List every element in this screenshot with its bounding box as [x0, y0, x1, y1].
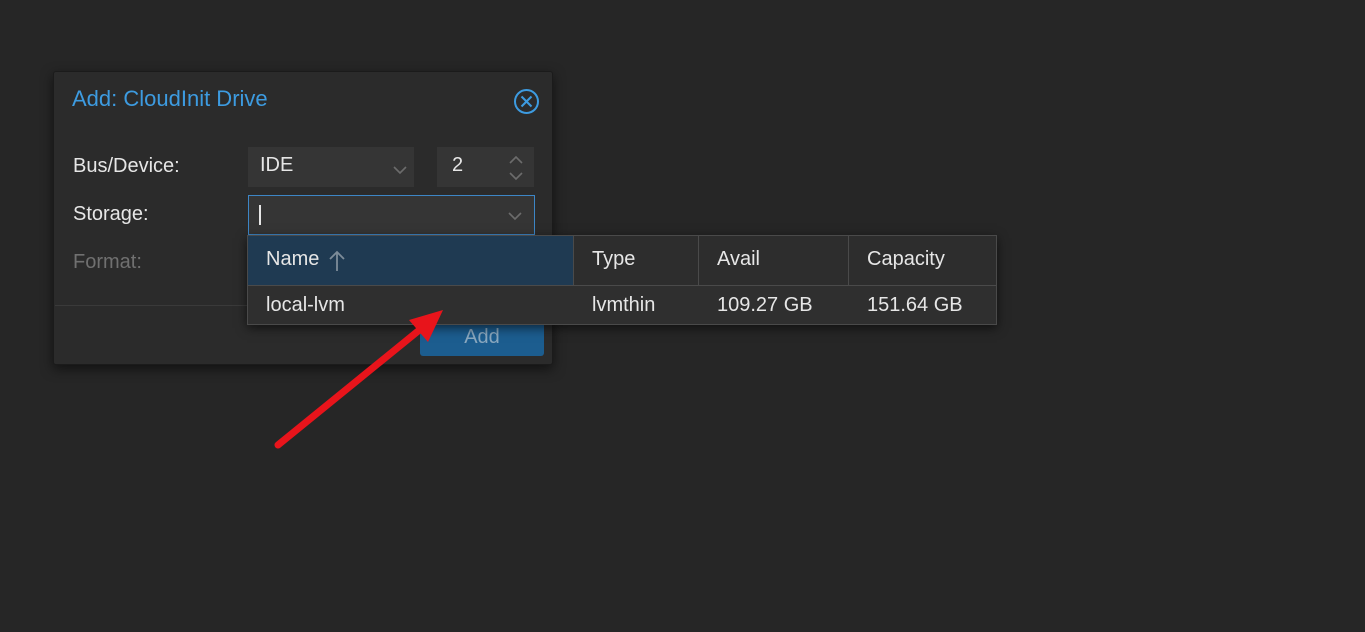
column-header-type[interactable]: Type — [574, 236, 699, 285]
cell-type: lvmthin — [592, 294, 656, 316]
page: Add: CloudInit Drive Bus/Device: IDE 2 S… — [0, 0, 1365, 632]
close-icon[interactable] — [513, 88, 540, 115]
column-header-label: Capacity — [867, 248, 945, 270]
column-header-avail[interactable]: Avail — [699, 236, 849, 285]
cell-avail: 109.27 GB — [717, 294, 813, 316]
spinner-arrows-icon[interactable] — [508, 154, 524, 182]
cell-capacity: 151.64 GB — [867, 294, 963, 316]
column-header-capacity[interactable]: Capacity — [849, 236, 996, 285]
bus-device-label: Bus/Device: — [73, 155, 180, 177]
device-number-spinner[interactable]: 2 — [437, 147, 534, 187]
storage-picker-grid: Name Type Avail Capacity local-lvm lvmth… — [247, 235, 997, 325]
column-header-label: Name — [266, 248, 320, 270]
column-header-label: Avail — [717, 248, 760, 270]
dialog-title: Add: CloudInit Drive — [72, 86, 268, 111]
dialog-header: Add: CloudInit Drive — [54, 72, 552, 130]
format-label: Format: — [73, 251, 142, 273]
grid-header: Name Type Avail Capacity — [248, 236, 996, 286]
sort-ascending-icon — [329, 250, 345, 271]
column-header-name[interactable]: Name — [248, 236, 574, 285]
bus-value: IDE — [260, 154, 294, 176]
device-number-value: 2 — [452, 154, 464, 176]
column-header-label: Type — [592, 248, 636, 270]
storage-combobox[interactable] — [248, 195, 535, 235]
bus-select[interactable]: IDE — [248, 147, 414, 187]
chevron-down-icon — [393, 166, 407, 175]
chevron-down-icon[interactable] — [507, 208, 523, 224]
text-cursor — [259, 205, 261, 225]
cell-name: local-lvm — [266, 294, 345, 316]
storage-label: Storage: — [73, 203, 149, 225]
table-row[interactable]: local-lvm lvmthin 109.27 GB 151.64 GB — [248, 286, 996, 324]
